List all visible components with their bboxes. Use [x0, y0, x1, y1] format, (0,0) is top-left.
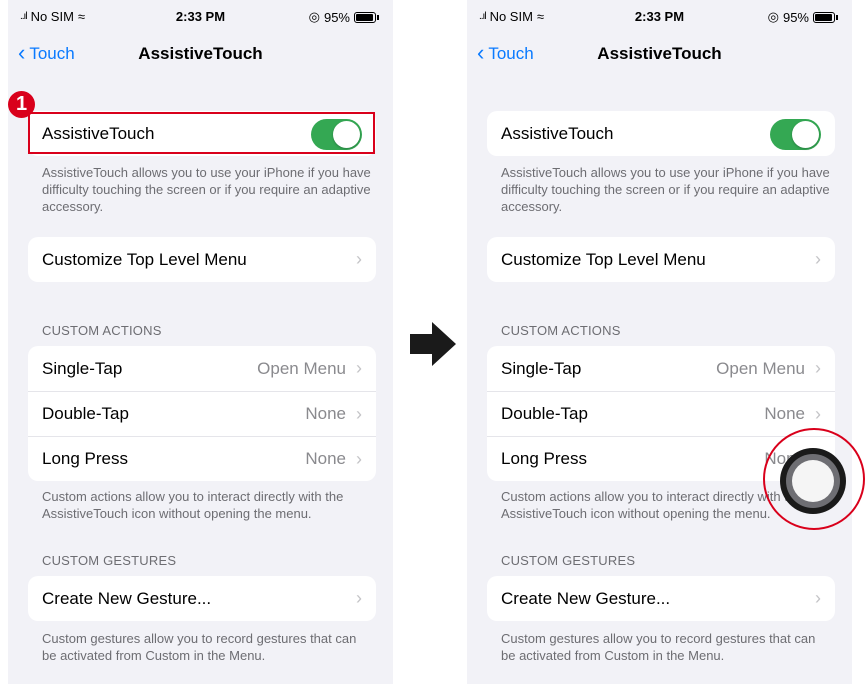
assistivetouch-footnote: AssistiveTouch allows you to use your iP…	[501, 165, 830, 214]
double-tap-value: None	[305, 404, 346, 423]
battery-icon	[813, 11, 835, 23]
page-title: AssistiveTouch	[138, 44, 263, 63]
battery-percent: 95%	[323, 9, 350, 25]
assistivetouch-footnote: AssistiveTouch allows you to use your iP…	[42, 165, 371, 214]
custom-gestures-header: CUSTOM GESTURES	[42, 553, 177, 568]
create-new-gesture-label: Create New Gesture...	[42, 588, 212, 608]
status-bar: ..ıl No SIM ≈ 2:33 PM ◎ 95%	[8, 0, 393, 34]
battery-icon	[354, 11, 376, 23]
chevron-right-icon: ›	[356, 588, 362, 608]
assistivetouch-card: AssistiveTouch	[487, 111, 835, 156]
arrow-right-icon	[410, 322, 456, 366]
long-press-value: None	[305, 449, 346, 468]
single-tap-row[interactable]: Single-Tap Open Menu ›	[487, 346, 835, 391]
customize-card: Customize Top Level Menu ›	[28, 237, 376, 282]
double-tap-row[interactable]: Double-Tap None ›	[28, 391, 376, 436]
double-tap-label: Double-Tap	[501, 404, 588, 423]
chevron-right-icon: ›	[356, 448, 362, 469]
long-press-label: Long Press	[501, 449, 587, 468]
status-bar: ..ıl No SIM ≈ 2:33 PM ◎ 95%	[467, 0, 852, 34]
navigation-bar: ‹ Touch AssistiveTouch	[8, 36, 393, 72]
create-new-gesture-row[interactable]: Create New Gesture... ›	[487, 576, 835, 621]
alarm-icon: ◎	[308, 9, 320, 24]
chevron-right-icon: ›	[356, 403, 362, 424]
step-badge: 1	[8, 91, 35, 118]
chevron-right-icon: ›	[815, 588, 821, 608]
chevron-right-icon: ›	[356, 249, 362, 269]
custom-gestures-header: CUSTOM GESTURES	[501, 553, 636, 568]
page-title: AssistiveTouch	[597, 44, 722, 63]
phone-screen-after: ..ıl No SIM ≈ 2:33 PM ◎ 95% ‹ Touch Assistiv…	[467, 0, 852, 684]
customize-label: Customize Top Level Menu	[42, 249, 247, 269]
highlight-box	[28, 112, 375, 154]
battery-percent: 95%	[782, 9, 809, 25]
single-tap-row[interactable]: Single-Tap Open Menu ›	[28, 346, 376, 391]
customize-label: Customize Top Level Menu	[501, 249, 706, 269]
long-press-label: Long Press	[42, 449, 128, 468]
custom-gestures-footnote: Custom gestures allow you to record gest…	[501, 631, 816, 663]
assistivetouch-row: AssistiveTouch	[487, 111, 835, 156]
single-tap-label: Single-Tap	[42, 358, 123, 378]
custom-gestures-footnote: Custom gestures allow you to record gest…	[42, 631, 357, 663]
chevron-right-icon: ›	[815, 249, 821, 269]
custom-actions-card: Single-Tap Open Menu › Double-Tap None ›…	[28, 346, 376, 481]
phone-screen-before: ..ıl No SIM ≈ 2:33 PM ◎ 95% ‹ Touch Assistiv…	[8, 0, 393, 684]
customize-card: Customize Top Level Menu ›	[487, 237, 835, 282]
assistivetouch-icon[interactable]	[780, 448, 846, 514]
custom-actions-footnote: Custom actions allow you to interact dir…	[42, 489, 344, 521]
single-tap-value: Open Menu	[257, 358, 346, 378]
customize-top-level-menu-row[interactable]: Customize Top Level Menu ›	[28, 237, 376, 282]
custom-actions-header: CUSTOM ACTIONS	[42, 323, 162, 338]
double-tap-value: None	[764, 404, 805, 423]
custom-actions-header: CUSTOM ACTIONS	[501, 323, 621, 338]
chevron-right-icon: ›	[815, 403, 821, 424]
toggle-knob	[792, 121, 819, 148]
single-tap-label: Single-Tap	[501, 358, 582, 378]
long-press-row[interactable]: Long Press None ›	[28, 436, 376, 481]
custom-gestures-card: Create New Gesture... ›	[28, 576, 376, 621]
navigation-bar: ‹ Touch AssistiveTouch	[467, 36, 852, 72]
create-new-gesture-row[interactable]: Create New Gesture... ›	[28, 576, 376, 621]
double-tap-row[interactable]: Double-Tap None ›	[487, 391, 835, 436]
single-tap-value: Open Menu	[716, 358, 805, 378]
custom-gestures-card: Create New Gesture... ›	[487, 576, 835, 621]
alarm-icon: ◎	[767, 9, 779, 24]
customize-top-level-menu-row[interactable]: Customize Top Level Menu ›	[487, 237, 835, 282]
chevron-right-icon: ›	[815, 358, 821, 378]
assistivetouch-label: AssistiveTouch	[501, 123, 614, 143]
create-new-gesture-label: Create New Gesture...	[501, 588, 671, 608]
chevron-right-icon: ›	[356, 358, 362, 378]
assistivetouch-toggle[interactable]	[770, 119, 821, 150]
double-tap-label: Double-Tap	[42, 404, 129, 423]
